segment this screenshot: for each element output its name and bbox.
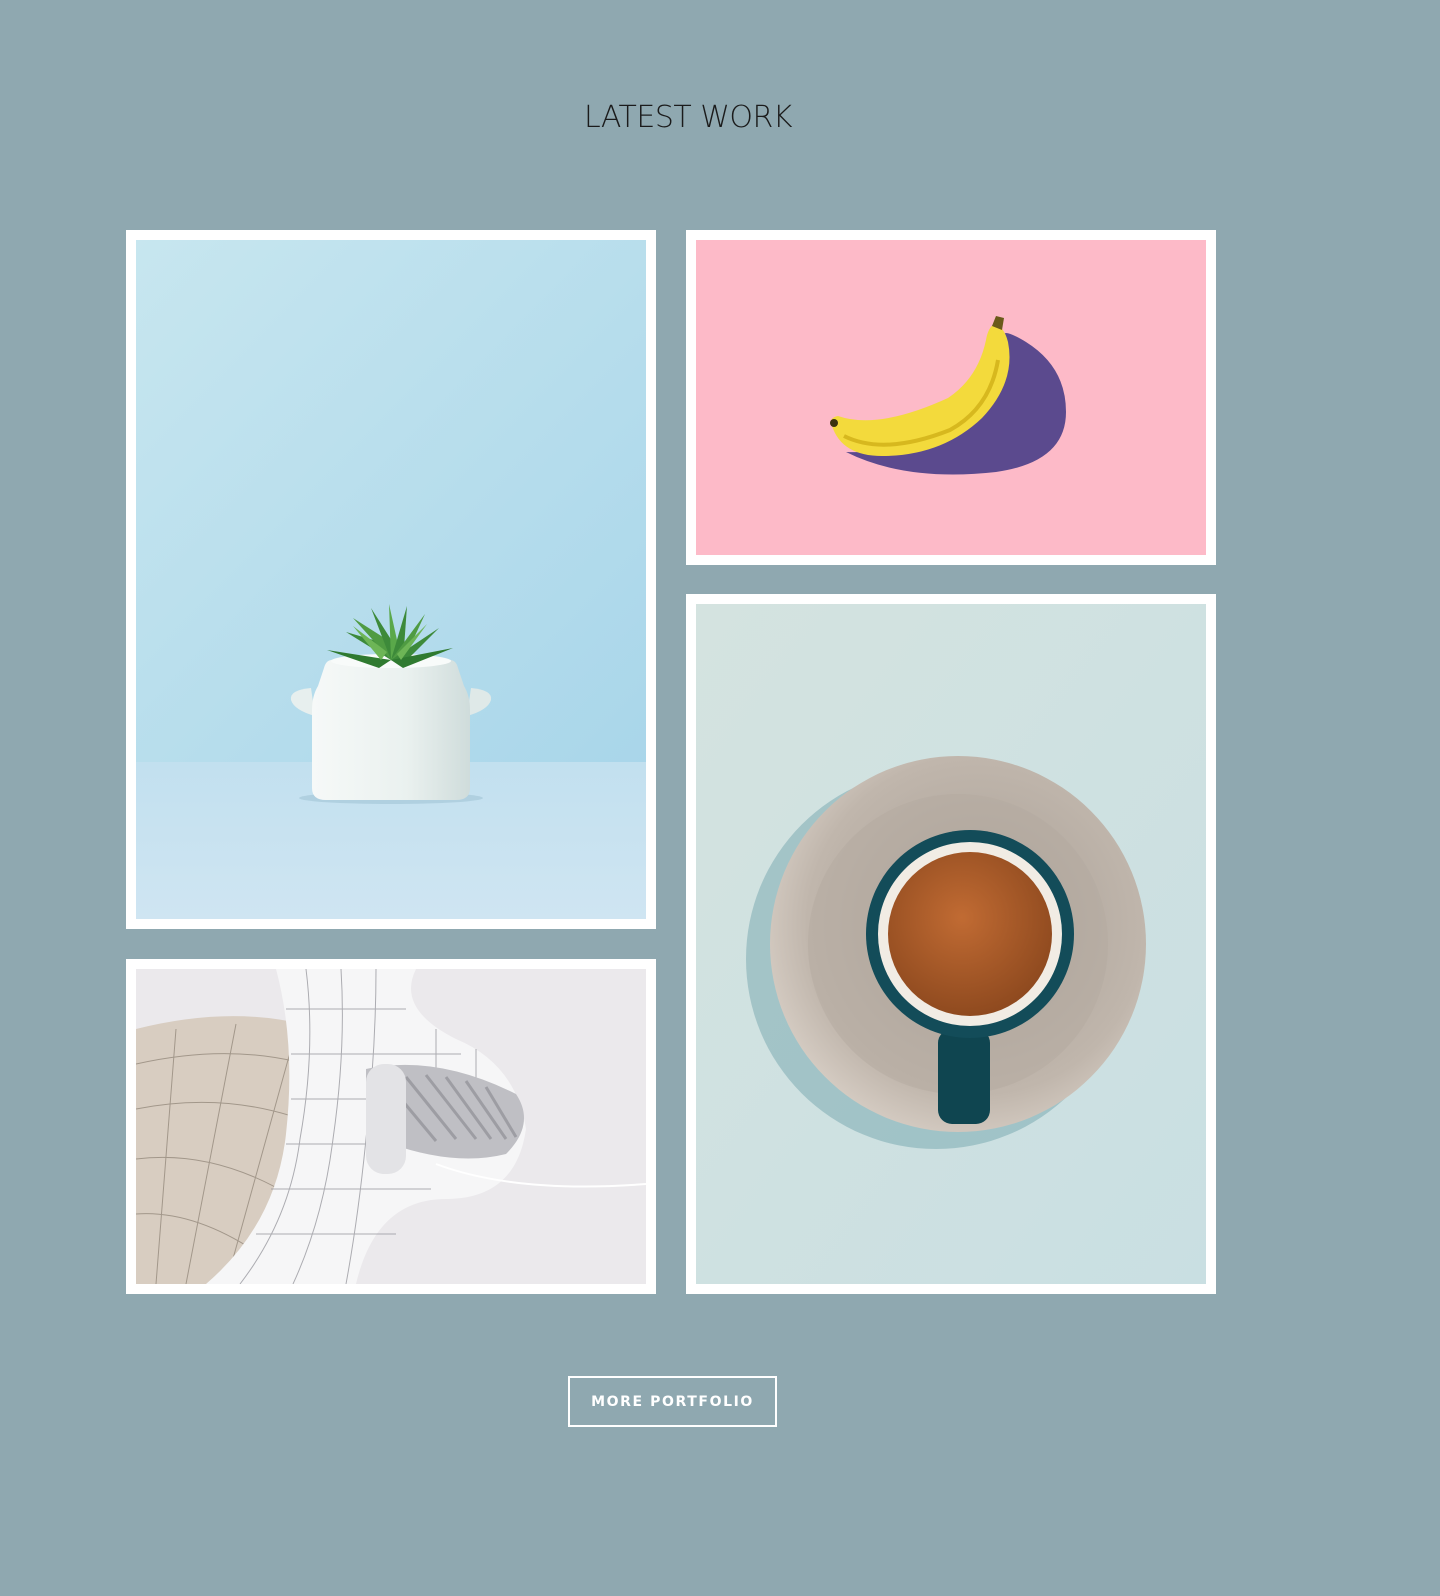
portfolio-item-succulent[interactable]	[126, 230, 656, 929]
portfolio-image-banana	[696, 240, 1206, 555]
portfolio-image-coffee	[696, 604, 1206, 1284]
portfolio-item-architecture[interactable]	[126, 959, 656, 1294]
more-portfolio-button[interactable]: MORE PORTFOLIO	[568, 1376, 777, 1427]
portfolio-item-banana[interactable]	[686, 230, 1216, 565]
portfolio-image-architecture	[136, 969, 646, 1284]
section-title: LATEST WORK	[583, 100, 793, 135]
portfolio-image-succulent	[136, 240, 646, 919]
portfolio-item-coffee[interactable]	[686, 594, 1216, 1294]
